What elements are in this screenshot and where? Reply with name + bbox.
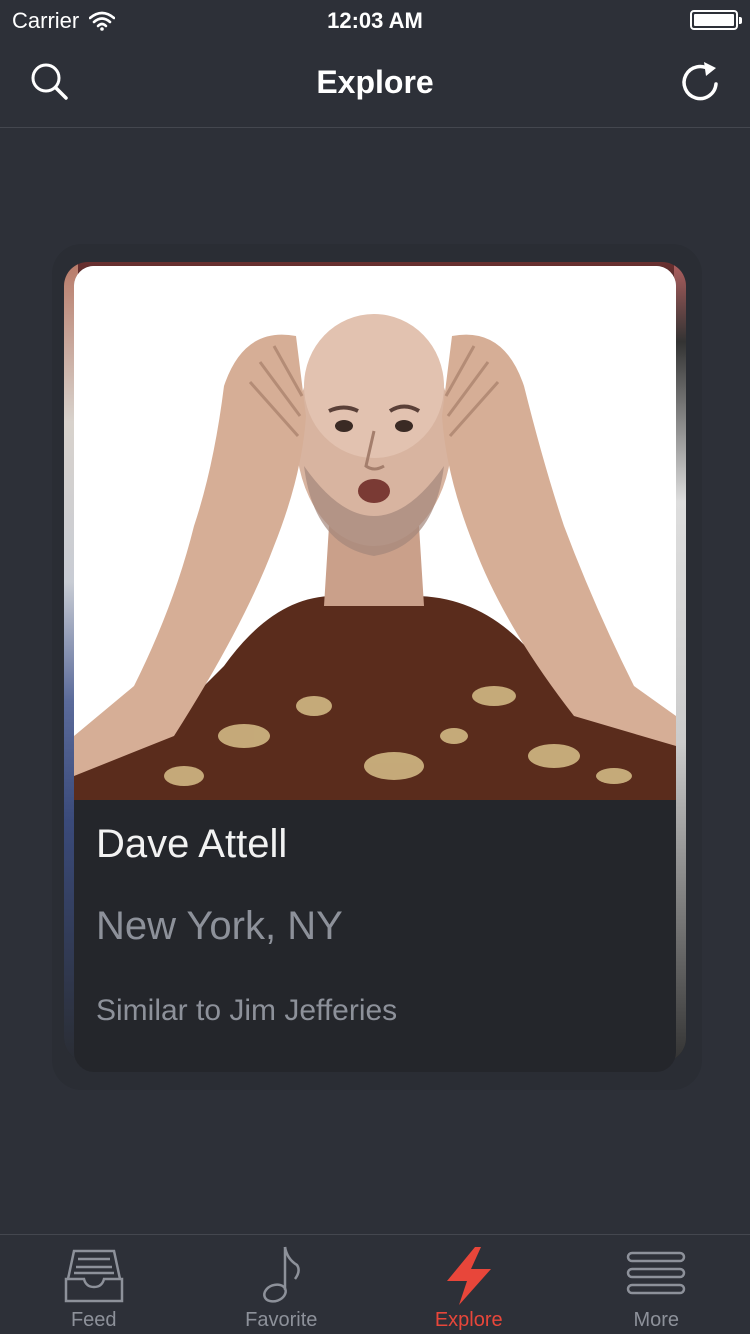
page-title: Explore [316, 64, 434, 100]
battery-fill [694, 14, 734, 26]
artist-name: Dave Attell [96, 822, 288, 866]
refresh-button[interactable] [676, 58, 724, 106]
music-note-icon [263, 1246, 301, 1303]
tab-more-label: More [633, 1309, 680, 1331]
tab-favorite-label: Favorite [245, 1309, 318, 1331]
screen: Carrier 12:03 AM Explore Dave Attell New… [0, 0, 750, 1334]
tab-more[interactable]: More [563, 1235, 750, 1334]
status-time: 12:03 AM [327, 8, 423, 33]
tab-feed[interactable]: Feed [0, 1235, 188, 1334]
battery-icon [690, 10, 742, 30]
artist-photo [74, 266, 676, 800]
refresh-icon [682, 62, 718, 101]
tab-explore[interactable]: Explore [375, 1235, 563, 1334]
status-bar: Carrier 12:03 AM [0, 0, 750, 40]
artist-location: New York, NY [96, 904, 343, 948]
tab-favorite[interactable]: Favorite [188, 1235, 376, 1334]
artist-portrait-image [74, 266, 676, 800]
artist-info: Dave Attell New York, NY Similar to Jim … [74, 800, 676, 1026]
tab-bar: Feed Favorite Explore More [0, 1234, 750, 1334]
artist-card[interactable]: Dave Attell New York, NY Similar to Jim … [74, 266, 676, 1072]
similar-artist: Similar to Jim Jefferies [96, 994, 398, 1027]
lightning-icon [446, 1247, 491, 1305]
menu-icon [627, 1251, 686, 1295]
tab-feed-label: Feed [70, 1309, 117, 1331]
tab-explore-label: Explore [434, 1309, 503, 1331]
inbox-icon [64, 1249, 123, 1303]
nav-bar: Explore [0, 40, 750, 128]
